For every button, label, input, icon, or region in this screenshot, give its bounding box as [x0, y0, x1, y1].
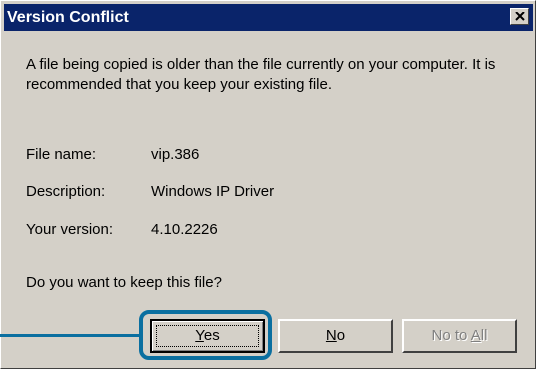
window-title: Version Conflict	[7, 9, 129, 26]
no-mnemonic: N	[325, 327, 337, 344]
file-name-value: vip.386	[151, 146, 200, 163]
file-name-label: File name:	[26, 146, 97, 163]
description-value: Windows IP Driver	[151, 183, 275, 200]
your-version-value: 4.10.2226	[151, 221, 218, 238]
title-bar[interactable]: Version Conflict	[4, 4, 533, 31]
focus-ring	[156, 325, 259, 347]
close-icon	[514, 12, 525, 21]
version-conflict-dialog: Version Conflict A file being copied is …	[0, 0, 536, 369]
no-to-all-button: No to All	[402, 319, 517, 353]
your-version-label: Your version:	[26, 221, 113, 238]
keep-file-question: Do you want to keep this file?	[26, 274, 222, 291]
no-to-all-prefix: No to	[431, 327, 471, 344]
no-button-label: No	[326, 327, 345, 344]
dialog-message: A file being copied is older than the fi…	[26, 56, 496, 93]
no-button[interactable]: No	[278, 319, 393, 353]
no-label-rest: o	[336, 327, 346, 344]
no-to-all-mnemonic: A	[470, 327, 481, 344]
description-label: Description:	[26, 183, 106, 200]
close-button[interactable]	[510, 8, 529, 25]
no-to-all-rest: ll	[480, 327, 488, 344]
no-to-all-button-label: No to All	[432, 327, 488, 344]
screenshot-canvas: Version Conflict A file being copied is …	[0, 0, 538, 371]
yes-button[interactable]: Yes	[150, 319, 265, 353]
